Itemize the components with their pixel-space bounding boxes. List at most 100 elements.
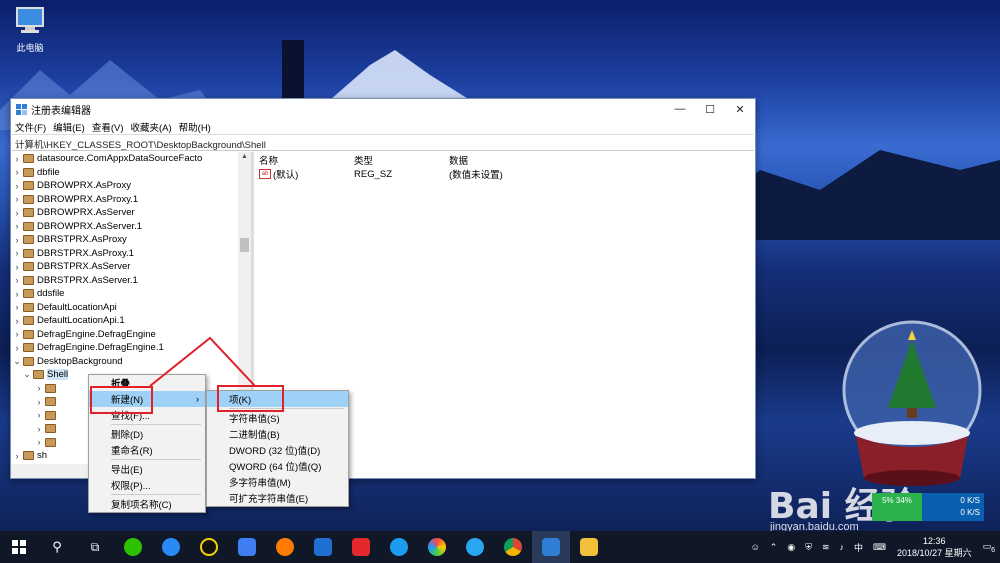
tree-node[interactable]: › DBRSTPRX.AsServer.1	[11, 274, 251, 288]
submenu-item-qword[interactable]: QWORD (64 位)值(Q)	[207, 458, 348, 474]
taskbar-app-feather[interactable]	[228, 531, 266, 563]
tree-node[interactable]: › DBROWPRX.AsProxy.1	[11, 193, 251, 207]
expand-chevron-icon[interactable]: ›	[11, 275, 23, 285]
expand-chevron-icon[interactable]: ›	[11, 343, 23, 353]
expand-chevron-icon[interactable]: ›	[11, 262, 23, 272]
tree-node[interactable]: › DBRSTPRX.AsProxy	[11, 233, 251, 247]
taskbar-app-qq[interactable]	[190, 531, 228, 563]
tree-node[interactable]: › datasource.ComAppxDataSourceFacto	[11, 152, 251, 166]
tray-app-icon[interactable]: ◉	[787, 542, 795, 553]
expand-chevron-icon[interactable]: ›	[11, 316, 23, 326]
wifi-icon[interactable]: ≋	[822, 542, 830, 553]
expand-chevron-icon[interactable]: ›	[33, 424, 45, 434]
expand-chevron-icon[interactable]: ›	[11, 451, 23, 461]
menu-help[interactable]: 帮助(H)	[179, 120, 211, 134]
scroll-thumb[interactable]	[240, 238, 249, 252]
expand-chevron-icon[interactable]: ›	[33, 437, 45, 447]
tree-node[interactable]: › DefragEngine.DefragEngine.1	[11, 341, 251, 355]
tree-node-label: DBRSTPRX.AsServer.1	[37, 274, 138, 286]
tree-node[interactable]: › DefaultLocationApi.1	[11, 314, 251, 328]
address-bar[interactable]: 计算机\HKEY_CLASSES_ROOT\DesktopBackground\…	[12, 134, 754, 151]
tree-node[interactable]: › DBRSTPRX.AsServer	[11, 260, 251, 274]
download-speed: 0 K/S	[960, 508, 980, 517]
minimize-button[interactable]: —	[665, 99, 695, 119]
submenu-item-string[interactable]: 字符串值(S)	[207, 410, 348, 426]
clock[interactable]: 12:36 2018/10/27 星期六	[897, 535, 972, 559]
submenu-item-multi-string[interactable]: 多字符串值(M)	[207, 474, 348, 490]
menu-item-rename[interactable]: 重命名(R)	[89, 442, 205, 458]
expand-chevron-icon[interactable]: ›	[11, 167, 23, 177]
this-pc-desktop-icon[interactable]: 此电脑	[8, 6, 52, 54]
shield-icon[interactable]: ⛨	[805, 542, 812, 553]
menu-file[interactable]: 文件(F)	[15, 120, 46, 134]
taskbar-app-penguin[interactable]	[456, 531, 494, 563]
volume-icon[interactable]: ♪	[840, 542, 845, 552]
expand-chevron-icon[interactable]: ⌄	[11, 356, 23, 367]
task-view-button[interactable]: ⧉	[76, 531, 114, 563]
action-center-icon[interactable]: ▭6	[983, 541, 995, 554]
submenu-item-expandable-string[interactable]: 可扩充字符串值(E)	[207, 490, 348, 506]
folder-icon	[45, 410, 56, 420]
taskbar-app-orange[interactable]	[266, 531, 304, 563]
taskbar-app-wechat[interactable]	[114, 531, 152, 563]
search-button[interactable]: ⚲	[38, 531, 76, 563]
menu-item-copy-key-name[interactable]: 复制项名称(C)	[89, 496, 205, 512]
regedit-taskbar-icon	[542, 538, 560, 556]
expand-chevron-icon[interactable]: ›	[11, 289, 23, 299]
value-row[interactable]: ab (默认) REG_SZ (数值未设置)	[254, 167, 755, 181]
start-button[interactable]	[0, 531, 38, 563]
tree-node[interactable]: › DBROWPRX.AsServer	[11, 206, 251, 220]
tree-node[interactable]: › ddsfile	[11, 287, 251, 301]
scroll-up-arrow-icon[interactable]: ▲	[238, 153, 251, 160]
expand-chevron-icon[interactable]: ›	[11, 194, 23, 204]
submenu-item-dword[interactable]: DWORD (32 位)值(D)	[207, 442, 348, 458]
taskbar-app-k[interactable]	[152, 531, 190, 563]
expand-chevron-icon[interactable]: ›	[11, 154, 23, 164]
expand-chevron-icon[interactable]: ›	[11, 208, 23, 218]
expand-chevron-icon[interactable]: ›	[11, 302, 23, 312]
network-speed-widget[interactable]: 5% 34% 0 K/S 0 K/S	[872, 493, 984, 521]
column-data[interactable]: 数据	[444, 153, 664, 167]
expand-chevron-icon[interactable]: ›	[11, 248, 23, 258]
tree-node[interactable]: › DBRSTPRX.AsProxy.1	[11, 247, 251, 261]
menu-item-export[interactable]: 导出(E)	[89, 461, 205, 477]
taskbar: ⚲ ⧉ ☺ ⌃ ◉ ⛨ ≋ ♪ 中 ⌨ 12:36 2018/10/27 星期六…	[0, 531, 1000, 563]
menu-item-permissions[interactable]: 权限(P)...	[89, 477, 205, 493]
taskbar-app-palette[interactable]	[418, 531, 456, 563]
taskbar-app-red[interactable]	[342, 531, 380, 563]
menu-edit[interactable]: 编辑(E)	[53, 120, 85, 134]
taskbar-app-chrome[interactable]	[494, 531, 532, 563]
expand-chevron-icon[interactable]: ›	[33, 397, 45, 407]
taskbar-app-ie[interactable]	[380, 531, 418, 563]
column-name[interactable]: 名称	[254, 153, 349, 167]
expand-chevron-icon[interactable]: ›	[33, 410, 45, 420]
tree-node[interactable]: ⌄ DesktopBackground	[11, 355, 251, 369]
maximize-button[interactable]: ☐	[695, 99, 725, 119]
tree-node[interactable]: › DBROWPRX.AsServer.1	[11, 220, 251, 234]
expand-chevron-icon[interactable]: ›	[11, 181, 23, 191]
expand-chevron-icon[interactable]: ›	[33, 383, 45, 393]
taskbar-app-calendar[interactable]	[304, 531, 342, 563]
tree-node[interactable]: › DefragEngine.DefragEngine	[11, 328, 251, 342]
submenu-item-binary[interactable]: 二进制值(B)	[207, 426, 348, 442]
menu-view[interactable]: 查看(V)	[92, 120, 124, 134]
close-button[interactable]: ✕	[725, 99, 755, 119]
tray-expand-icon[interactable]: ⌃	[770, 542, 778, 553]
keyboard-icon[interactable]: ⌨	[873, 542, 886, 553]
expand-chevron-icon[interactable]: ›	[11, 329, 23, 339]
expand-chevron-icon[interactable]: ⌄	[21, 369, 33, 380]
menu-favorites[interactable]: 收藏夹(A)	[130, 120, 171, 134]
taskbar-app-explorer[interactable]	[570, 531, 608, 563]
menu-item-delete[interactable]: 删除(D)	[89, 426, 205, 442]
tree-node[interactable]: › DBROWPRX.AsProxy	[11, 179, 251, 193]
title-bar[interactable]: 注册表编辑器 — ☐ ✕	[11, 99, 755, 119]
ime-indicator[interactable]: 中	[854, 541, 863, 554]
tree-node-label: sh	[37, 450, 48, 462]
expand-chevron-icon[interactable]: ›	[11, 235, 23, 245]
people-icon[interactable]: ☺	[751, 542, 760, 552]
column-type[interactable]: 类型	[349, 153, 444, 167]
expand-chevron-icon[interactable]: ›	[11, 221, 23, 231]
tree-node[interactable]: › dbfile	[11, 166, 251, 180]
taskbar-app-regedit[interactable]	[532, 531, 570, 563]
tree-node[interactable]: › DefaultLocationApi	[11, 301, 251, 315]
